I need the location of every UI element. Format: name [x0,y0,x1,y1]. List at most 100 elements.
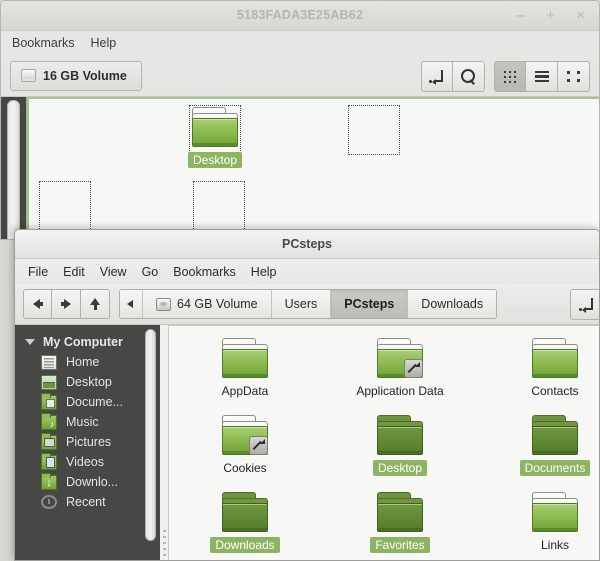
back-file-canvas[interactable]: Desktop [27,97,599,239]
file-grid[interactable]: AppData Application Data Contacts Cookie… [169,325,599,560]
file-icon-item[interactable]: Links [517,492,593,553]
folder-icon [221,492,269,534]
arrow-up-icon [90,298,100,310]
drive-icon [21,69,36,82]
file-icon-item[interactable]: Contacts [517,338,593,399]
sidebar-item-label: Pictures [66,435,112,449]
home-icon [41,354,57,370]
icon-view-button[interactable] [494,61,526,92]
menu-go[interactable]: Go [142,265,159,279]
grid-view-icon [504,70,516,83]
back-window-titlebar[interactable]: 5183FADA3E25AB62 – + × [1,1,599,31]
back-window-body: Desktop [1,97,599,239]
folder-icon [376,338,424,380]
file-icon-item[interactable]: Favorites [362,492,438,553]
pane-resize-handle[interactable] [160,325,169,560]
list-view-button[interactable] [526,61,558,92]
marquee-box [39,181,91,231]
menu-bookmarks[interactable]: Bookmarks [12,36,75,50]
maximize-button[interactable]: + [542,6,559,25]
breadcrumb-label: Downloads [421,297,484,311]
arrow-left-icon [32,299,43,309]
folder-icon [531,415,579,457]
breadcrumb-item-downloads[interactable]: Downloads [408,290,497,318]
sidebar: My Computer Home Desktop Docume... Music… [15,325,160,560]
back-sidebar [1,97,27,239]
file-icon-label: Cookies [223,461,267,475]
sidebar-item-home[interactable]: Home [15,352,160,372]
breadcrumb-item-volume[interactable]: 64 GB Volume [143,290,272,318]
breadcrumb-scroll-left[interactable] [120,290,143,318]
menu-bookmarks[interactable]: Bookmarks [173,265,236,279]
shortcut-overlay-icon [249,436,268,455]
forward-button[interactable] [52,289,81,319]
file-icon-item[interactable]: AppData [207,338,283,399]
path-entry-icon [579,297,595,313]
minimize-button[interactable]: – [512,6,529,25]
back-button[interactable] [23,289,52,319]
sidebar-item-label: Home [66,355,100,369]
file-icon-label: Contacts [531,384,579,398]
close-button[interactable]: × [572,6,589,25]
front-window-titlebar[interactable]: PCsteps [15,230,599,259]
foreground-file-manager-window[interactable]: PCsteps File Edit View Go Bookmarks Help [14,229,600,561]
search-button[interactable] [453,61,485,92]
menu-help[interactable]: Help [91,36,117,50]
sidebar-item-label: Recent [66,494,106,509]
back-toolbar-buttons [421,61,590,92]
file-icon-item[interactable]: Downloads [207,492,283,553]
compact-view-button[interactable] [558,61,590,92]
shortcut-overlay-icon [404,359,423,378]
breadcrumb-label: Users [284,297,318,311]
back-window-title: 5183FADA3E25AB62 [236,8,364,22]
breadcrumb-item-users[interactable]: Users [271,290,332,318]
sidebar-item-desktop[interactable]: Desktop [15,372,160,392]
path-entry-toggle[interactable] [570,289,599,320]
sidebar-item-documents[interactable]: Docume... [15,392,160,412]
path-entry-toggle[interactable] [421,61,453,92]
file-icon-item[interactable]: Cookies [207,415,283,476]
navigation-buttons [23,289,110,319]
sidebar-scrollbar[interactable] [145,329,156,541]
music-folder-icon [41,412,57,430]
back-sidebar-scrollbar[interactable] [7,100,20,239]
front-window-menubar: File Edit View Go Bookmarks Help [15,259,599,284]
drive-icon [156,297,171,311]
compact-view-icon [567,71,580,82]
folder-icon [531,338,579,380]
menu-edit[interactable]: Edit [63,265,85,279]
folder-icon [221,338,269,380]
file-icon-label: Application Data [356,384,444,398]
file-icon-item[interactable]: Documents [517,415,593,476]
breadcrumb-item-pcsteps[interactable]: PCsteps [331,290,409,318]
sidebar-item-recent[interactable]: Recent [15,492,160,511]
list-view-icon [534,71,549,82]
sidebar-item-downloads[interactable]: Downlo... [15,472,160,492]
sidebar-section-my-computer[interactable]: My Computer [15,332,160,352]
crumb-prev-arrow-icon [127,300,133,308]
volume-tab-label: 16 GB Volume [43,68,127,83]
file-icon-item[interactable]: Desktop [177,107,253,168]
menu-help[interactable]: Help [251,265,277,279]
pictures-folder-icon [41,432,57,450]
up-button[interactable] [81,289,110,319]
documents-folder-icon [41,392,57,410]
menu-file[interactable]: File [28,265,48,279]
menu-view[interactable]: View [100,265,127,279]
path-entry-icon [429,69,445,85]
file-icon-item[interactable]: Application Data [356,338,444,399]
sidebar-item-pictures[interactable]: Pictures [15,432,160,452]
file-icon-item[interactable]: Desktop [362,415,438,476]
background-file-manager-window[interactable]: 5183FADA3E25AB62 – + × Bookmarks Help 16… [0,0,600,240]
sidebar-item-videos[interactable]: Videos [15,452,160,472]
recent-icon [41,494,57,509]
front-window-body: My Computer Home Desktop Docume... Music… [15,325,599,560]
breadcrumb-label: 64 GB Volume [177,297,258,311]
file-icon-label: AppData [221,384,269,398]
folder-icon [191,107,239,149]
volume-tab-16gb[interactable]: 16 GB Volume [10,60,142,91]
sidebar-item-music[interactable]: Music [15,412,160,432]
videos-folder-icon [41,452,57,470]
sidebar-item-label: Downlo... [66,475,119,489]
back-window-menubar: Bookmarks Help [1,31,599,55]
